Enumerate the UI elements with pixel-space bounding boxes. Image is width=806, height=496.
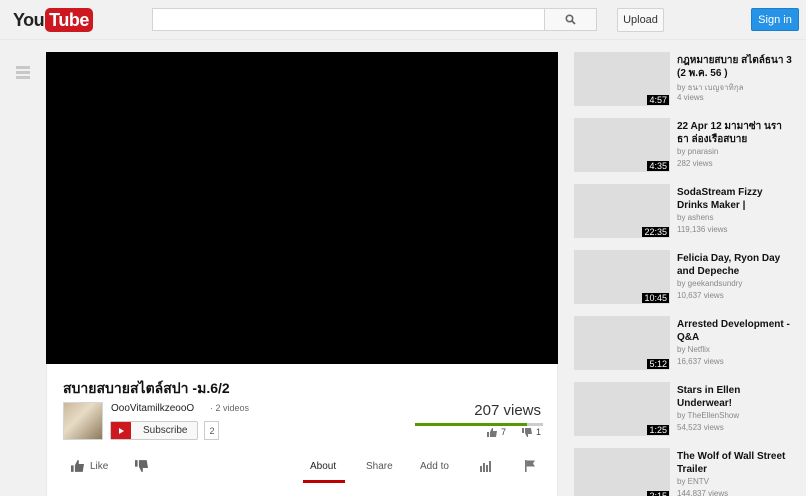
video-duration: 4:57 [647, 95, 669, 105]
related-video-title[interactable]: Stars in Ellen Underwear! [677, 384, 792, 410]
video-duration: 5:12 [647, 359, 669, 369]
subscriber-count: 2 [204, 421, 220, 440]
related-video-title[interactable]: Arrested Development - Q&A [677, 318, 792, 344]
dislike-button[interactable] [135, 448, 148, 484]
dislike-count: 1 [535, 427, 541, 437]
related-video-title[interactable]: กฎหมายสบาย สไตล์ธนา 3 (2 พ.ค. 56 ) [677, 54, 792, 80]
upload-button[interactable]: Upload [617, 8, 664, 32]
search-button[interactable] [544, 8, 597, 31]
like-sentiment-fill [415, 423, 527, 426]
video-thumbnail[interactable]: 10:45 [574, 250, 670, 304]
related-video-title[interactable]: The Wolf of Wall Street Trailer [677, 450, 792, 476]
video-thumbnail[interactable]: 4:57 [574, 52, 670, 106]
related-video-uploader: by ashens [677, 213, 714, 222]
thumbs-down-icon [521, 427, 532, 437]
video-thumbnail[interactable]: 4:35 [574, 118, 670, 172]
related-video-item[interactable]: 4:35 22 Apr 12 มามาซ่า นราธา ล่องเรือสบาย… [574, 118, 806, 172]
related-video-views: 16,637 views [677, 357, 724, 366]
video-duration: 1:25 [647, 425, 669, 435]
related-video-views: 10,637 views [677, 291, 724, 300]
related-video-item[interactable]: 2:15 The Wolf of Wall Street Trailer by EN… [574, 448, 806, 496]
subscribe-button[interactable]: Subscribe [110, 421, 199, 440]
related-video-item[interactable]: 4:57 กฎหมายสบาย สไตล์ธนา 3 (2 พ.ค. 56 ) by… [574, 52, 806, 106]
logo-you-text: You [13, 9, 45, 30]
search-icon [565, 14, 576, 25]
related-video-item[interactable]: 1:25 Stars in Ellen Underwear! by TheEllen… [574, 382, 806, 436]
video-thumbnail[interactable]: 22:35 [574, 184, 670, 238]
like-count: 7 [500, 427, 506, 437]
subscribe-label: Subscribe [143, 425, 188, 436]
view-count: 207 views [474, 402, 541, 419]
tab-about[interactable]: About [310, 448, 336, 484]
related-video-title[interactable]: Felicia Day, Ryon Day and Depeche [677, 252, 792, 278]
like-dislike-counts: 7 1 [486, 427, 541, 437]
related-video-item[interactable]: 22:35 SodaStream Fizzy Drinks Maker | by a… [574, 184, 806, 238]
stats-button[interactable] [480, 448, 492, 484]
sign-in-button[interactable]: Sign in [751, 8, 799, 31]
video-duration: 22:35 [642, 227, 669, 237]
channel-video-count[interactable]: · 2 videos [210, 403, 249, 413]
video-title: สบายสบายสไตล์สปา -ม.6/2 [63, 380, 230, 396]
related-video-uploader: by Netflix [677, 345, 710, 354]
related-video-views: 4 views [677, 93, 704, 102]
like-button[interactable]: Like [71, 448, 108, 484]
like-sentiment-bar [415, 423, 543, 426]
related-video-views: 54,523 views [677, 423, 724, 432]
thumbs-up-icon [486, 427, 497, 437]
related-video-uploader: by TheEllenShow [677, 411, 740, 420]
tab-share[interactable]: Share [366, 448, 393, 484]
related-video-views: 282 views [677, 159, 713, 168]
action-bar: Like About Share Add to [47, 448, 559, 484]
video-duration: 2:15 [647, 491, 669, 496]
video-thumbnail[interactable]: 2:15 [574, 448, 670, 496]
active-tab-indicator [303, 480, 345, 483]
related-video-title[interactable]: SodaStream Fizzy Drinks Maker | [677, 186, 792, 212]
thumbs-down-icon [135, 460, 148, 472]
youtube-logo[interactable]: You Tube [13, 8, 93, 32]
tab-add-to[interactable]: Add to [420, 448, 449, 484]
report-button[interactable] [524, 448, 536, 484]
subscribe-group: Subscribe 2 [110, 421, 220, 440]
related-video-uploader: by geekandsundry [677, 279, 743, 288]
youtube-play-icon [111, 422, 131, 439]
channel-name[interactable]: OooVitamilkzeooO [111, 403, 194, 414]
video-player[interactable] [46, 52, 558, 364]
masthead: You Tube Upload Sign in [0, 0, 806, 40]
video-duration: 10:45 [642, 293, 669, 303]
thumbs-up-icon [71, 460, 84, 472]
video-thumbnail[interactable]: 1:25 [574, 382, 670, 436]
stats-icon [480, 460, 491, 472]
related-video-views: 119,136 views [677, 225, 728, 234]
related-video-uploader: by pnarasin [677, 147, 719, 156]
related-video-title[interactable]: 22 Apr 12 มามาซ่า นราธา ล่องเรือสบาย [677, 120, 792, 146]
watch-info: สบายสบายสไตล์สปา -ม.6/2 OooVitamilkzeooO… [46, 364, 558, 496]
guide-menu-icon[interactable] [16, 66, 30, 79]
related-video-item[interactable]: 10:45 Felicia Day, Ryon Day and Depeche by… [574, 250, 806, 304]
search-input[interactable] [152, 8, 545, 31]
related-video-item[interactable]: 5:12 Arrested Development - Q&A by Netflix… [574, 316, 806, 370]
like-label: Like [90, 460, 109, 472]
video-thumbnail[interactable]: 5:12 [574, 316, 670, 370]
related-video-uploader: by ENTV [677, 477, 710, 486]
logo-tube-text: Tube [45, 8, 93, 32]
video-duration: 4:35 [647, 161, 669, 171]
channel-avatar[interactable] [63, 402, 103, 440]
flag-icon [525, 460, 535, 472]
related-video-views: 144,837 views [677, 489, 729, 496]
